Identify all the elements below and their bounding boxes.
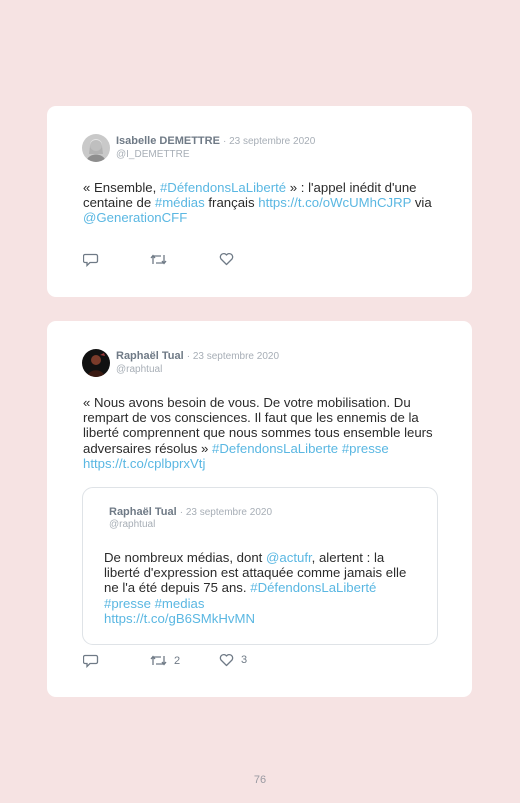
- like-button[interactable]: 3: [219, 653, 247, 667]
- text-segment: » : l'appel inédit d'une: [286, 180, 417, 195]
- tweet-header: Isabelle DEMETTRE · 23 septembre 2020: [116, 135, 315, 147]
- link[interactable]: #DéfendonsLaLiberté: [250, 580, 376, 595]
- text-segment: centaine de: [83, 195, 155, 211]
- text-segment: adversaires résolus »: [83, 440, 213, 456]
- text-line: https://t.co/gB6SMkHvMN: [104, 611, 424, 626]
- link[interactable]: #DefendonsLaLiberte: [212, 441, 338, 456]
- tweet-card[interactable]: Raphaël Tual · 23 septembre 2020 @raphtu…: [47, 321, 472, 697]
- text-line: De nombreux médias, dont @actufr, alerte…: [104, 550, 424, 565]
- text-segment: liberté comprennent que nous sommes tous…: [83, 425, 433, 441]
- tweet-text: « Nous avons besoin de vous. De votre mo…: [83, 395, 453, 471]
- retweet-count: 2: [174, 654, 181, 667]
- link[interactable]: @GenerationCFF: [83, 210, 187, 225]
- retweet-icon: [150, 655, 167, 666]
- link[interactable]: https://t.co/gB6SMkHvMN: [104, 611, 255, 626]
- reply-icon: [83, 253, 99, 267]
- text-line: « Nous avons besoin de vous. De votre mo…: [83, 395, 453, 410]
- text-line: rempart de vos consciences. Il faut que …: [83, 410, 453, 425]
- page-number: 76: [253, 774, 267, 786]
- text-segment: rempart de vos consciences. Il faut que …: [83, 410, 419, 426]
- text-segment: via: [411, 195, 432, 211]
- text-segment: « Ensemble,: [83, 180, 160, 195]
- link[interactable]: #medias: [155, 596, 205, 611]
- text-line: #presse #medias: [104, 596, 424, 611]
- tweet-actions: 2 3: [83, 653, 303, 669]
- link[interactable]: #DéfendonsLaLiberté: [160, 180, 286, 195]
- like-icon: [219, 653, 234, 667]
- author-handle[interactable]: @I_DEMETTRE: [116, 149, 190, 160]
- text-segment: , alertent : la: [311, 550, 385, 565]
- like-button[interactable]: [219, 252, 241, 266]
- tweet-header: Raphaël Tual · 23 septembre 2020: [116, 350, 279, 362]
- link[interactable]: #presse: [342, 441, 389, 456]
- text-line: centaine de #médias français https://t.c…: [83, 195, 443, 210]
- text-line: @GenerationCFF: [83, 210, 443, 225]
- tweet-text: « Ensemble, #DéfendonsLaLiberté » : l'ap…: [83, 180, 443, 226]
- text-segment: De nombreux médias, dont: [104, 550, 266, 565]
- quoted-date: · 23 septembre 2020: [179, 507, 272, 518]
- text-segment: « Nous avons besoin de vous. De votre mo…: [83, 395, 411, 410]
- text-line: liberté comprennent que nous sommes tous…: [83, 425, 453, 440]
- tweet-date: · 23 septembre 2020: [222, 136, 316, 147]
- reply-button[interactable]: [83, 653, 106, 668]
- quoted-author-handle[interactable]: @raphtual: [109, 519, 155, 530]
- link[interactable]: #presse: [104, 596, 151, 611]
- text-line: https://t.co/cplbprxVtj: [83, 456, 453, 471]
- quoted-header: Raphaël Tual · 23 septembre 2020: [109, 506, 272, 518]
- link[interactable]: https://t.co/cplbprxVtj: [83, 456, 205, 471]
- retweet-button[interactable]: [150, 252, 174, 267]
- avatar[interactable]: [82, 134, 110, 162]
- quoted-text: De nombreux médias, dont @actufr, alerte…: [104, 550, 424, 626]
- link[interactable]: @actufr: [266, 550, 312, 565]
- text-segment: français: [204, 195, 259, 211]
- text-line: « Ensemble, #DéfendonsLaLiberté » : l'ap…: [83, 180, 443, 195]
- reply-icon: [83, 654, 99, 668]
- retweet-button[interactable]: 2: [150, 653, 180, 668]
- tweet-card[interactable]: Isabelle DEMETTRE · 23 septembre 2020 @I…: [47, 106, 472, 297]
- avatar[interactable]: [82, 349, 110, 377]
- reply-button[interactable]: [83, 252, 106, 267]
- text-line: ne l'a été depuis 75 ans. #DéfendonsLaLi…: [104, 580, 424, 595]
- like-count: 3: [241, 654, 248, 666]
- link[interactable]: https://t.co/oWcUMhCJRP: [258, 195, 411, 210]
- tweet-actions: [83, 252, 283, 268]
- author-name[interactable]: Raphaël Tual: [116, 350, 184, 362]
- link[interactable]: #médias: [155, 195, 205, 210]
- author-name[interactable]: Isabelle DEMETTRE: [116, 135, 220, 147]
- quoted-author-name[interactable]: Raphaël Tual: [109, 506, 177, 518]
- text-line: liberté d'expression est attaquée comme …: [104, 565, 424, 580]
- text-line: adversaires résolus » #DefendonsLaLibert…: [83, 441, 453, 456]
- author-handle[interactable]: @raphtual: [116, 364, 162, 375]
- text-segment: liberté d'expression est attaquée comme …: [104, 565, 407, 581]
- quoted-tweet[interactable]: Raphaël Tual · 23 septembre 2020 @raphtu…: [82, 487, 438, 645]
- tweet-date: · 23 septembre 2020: [186, 351, 279, 362]
- text-segment: ne l'a été depuis 75 ans.: [104, 580, 251, 596]
- retweet-icon: [150, 254, 167, 265]
- like-icon: [219, 252, 234, 266]
